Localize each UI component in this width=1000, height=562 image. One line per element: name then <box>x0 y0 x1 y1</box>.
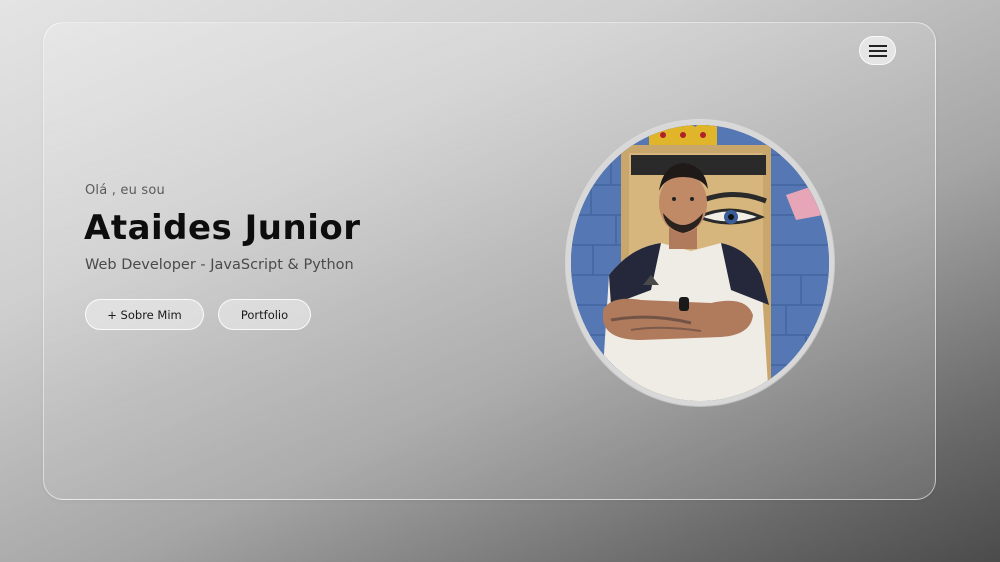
hamburger-menu-icon <box>868 44 887 57</box>
profile-photo <box>571 125 829 401</box>
hero-role: Web Developer - JavaScript & Python <box>85 257 354 273</box>
profile-photo-frame <box>566 120 834 406</box>
menu-button[interactable] <box>859 36 896 65</box>
about-me-button[interactable]: + Sobre Mim <box>85 299 204 330</box>
intro-text: Olá , eu sou <box>85 183 165 198</box>
portfolio-button[interactable]: Portfolio <box>218 299 311 330</box>
hero-name: Ataides Junior <box>84 208 361 248</box>
hero-card: Olá , eu sou Ataides Junior Web Develope… <box>43 22 936 500</box>
